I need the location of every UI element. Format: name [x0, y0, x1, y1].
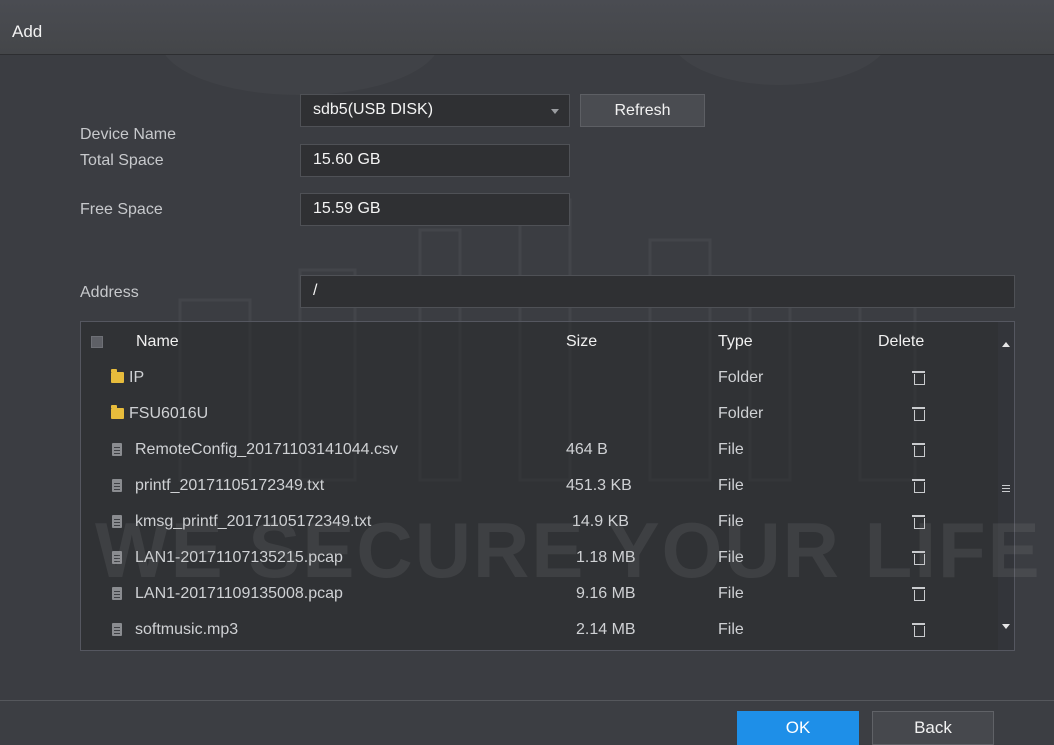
row-name: IP — [129, 369, 145, 386]
row-name: printf_20171105172349.txt — [135, 477, 325, 494]
table-row[interactable]: softmusic.mp3 2.14 MB File — [81, 612, 996, 648]
trash-icon[interactable] — [912, 479, 925, 493]
table-row[interactable]: IP Folder — [81, 360, 996, 396]
dialog-title: Add — [12, 22, 43, 41]
table-row[interactable]: printf_20171105172349.txt 451.3 KB File — [81, 468, 996, 504]
row-type: Folder — [718, 369, 764, 386]
file-icon — [112, 479, 122, 492]
table-scrollbar[interactable] — [998, 322, 1014, 650]
total-space-label: Total Space — [80, 152, 164, 169]
device-name-label: Device Name — [80, 126, 177, 143]
file-icon — [112, 623, 122, 636]
column-header-type[interactable]: Type — [718, 333, 753, 351]
file-table: Name Size Type Delete IP Folder FSU6016U… — [80, 321, 1015, 651]
row-name: FSU6016U — [129, 405, 209, 422]
trash-icon[interactable] — [912, 407, 925, 421]
table-header: Name Size Type Delete — [81, 322, 1014, 360]
row-name: softmusic.mp3 — [135, 621, 239, 638]
select-all-checkbox[interactable] — [91, 336, 103, 348]
folder-icon — [111, 405, 124, 419]
row-type: File — [718, 621, 744, 638]
watermark-text: WE SECURE YOUR LIFE — [95, 506, 1042, 594]
row-size: 451.3 KB — [566, 477, 632, 494]
total-space-field: 15.60 GB — [300, 144, 570, 177]
row-type: File — [718, 477, 744, 494]
table-row[interactable]: RemoteConfig_20171103141044.csv 464 B Fi… — [81, 432, 996, 468]
device-name-value: sdb5(USB DISK) — [313, 101, 434, 118]
address-value: / — [313, 282, 318, 299]
address-label: Address — [80, 284, 139, 301]
row-size: 2.14 MB — [576, 621, 636, 638]
dialog-titlebar: Add — [0, 0, 1054, 55]
row-type: Folder — [718, 405, 764, 422]
folder-icon — [111, 369, 124, 383]
back-button[interactable]: Back — [872, 711, 994, 745]
column-header-delete: Delete — [878, 333, 925, 350]
trash-icon[interactable] — [912, 443, 925, 457]
chevron-down-icon — [551, 109, 559, 114]
free-space-label: Free Space — [80, 201, 163, 218]
address-field[interactable]: / — [300, 275, 1015, 308]
trash-icon[interactable] — [912, 623, 925, 637]
device-name-dropdown[interactable]: sdb5(USB DISK) — [300, 94, 570, 127]
total-space-value: 15.60 GB — [313, 151, 381, 168]
row-type: File — [718, 441, 744, 458]
scroll-down-icon[interactable] — [1002, 624, 1010, 629]
free-space-value: 15.59 GB — [313, 200, 381, 217]
column-header-name[interactable]: Name — [136, 333, 179, 351]
trash-icon[interactable] — [912, 371, 925, 385]
scroll-grip-icon[interactable] — [1002, 485, 1010, 492]
column-header-size[interactable]: Size — [566, 333, 597, 351]
file-icon — [112, 443, 122, 456]
refresh-button[interactable]: Refresh — [580, 94, 705, 127]
ok-button[interactable]: OK — [737, 711, 859, 745]
table-row[interactable]: FSU6016U Folder — [81, 396, 996, 432]
free-space-field: 15.59 GB — [300, 193, 570, 226]
row-size: 464 B — [566, 441, 608, 458]
scroll-up-icon[interactable] — [1002, 342, 1010, 347]
row-name: RemoteConfig_20171103141044.csv — [135, 441, 399, 458]
